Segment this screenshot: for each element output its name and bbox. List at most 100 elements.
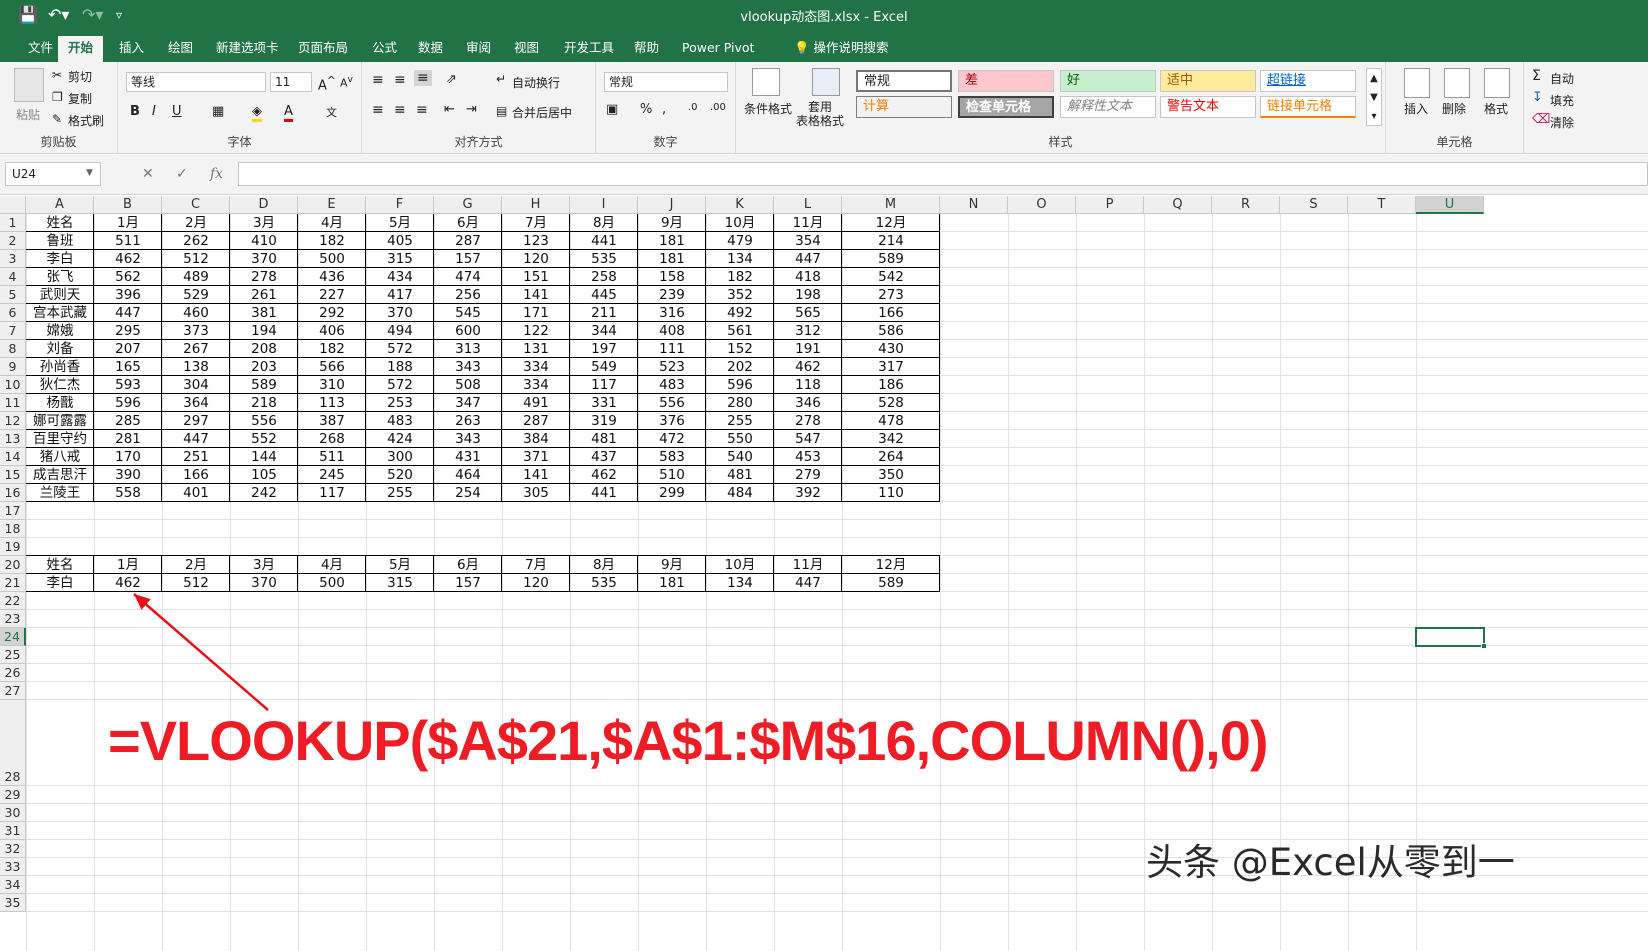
table-header-cell[interactable]: 1月 — [94, 556, 162, 574]
cell-style-1[interactable]: 差 — [958, 70, 1054, 92]
table-cell[interactable]: 261 — [230, 286, 298, 304]
table-cell[interactable]: 392 — [774, 484, 842, 502]
table-cell[interactable]: 117 — [298, 484, 366, 502]
table-cell[interactable]: 561 — [706, 322, 774, 340]
tab-13[interactable]: 💡 操作说明搜索 — [784, 36, 899, 62]
table-cell[interactable]: 134 — [706, 250, 774, 268]
percent-icon[interactable]: % — [640, 102, 652, 117]
table-cell[interactable]: 170 — [94, 448, 162, 466]
table-cell[interactable]: 545 — [434, 304, 502, 322]
font-name-select[interactable]: 等线 — [126, 72, 266, 92]
table-cell[interactable]: 117 — [570, 376, 638, 394]
table-cell[interactable]: 542 — [842, 268, 940, 286]
column-header-P[interactable]: P — [1076, 196, 1144, 214]
table-header-cell[interactable]: 8月 — [570, 556, 638, 574]
table-cell[interactable]: 593 — [94, 376, 162, 394]
row-header-4[interactable]: 4 — [0, 268, 26, 286]
table-cell[interactable]: 334 — [502, 358, 570, 376]
row-header-33[interactable]: 33 — [0, 858, 26, 876]
table-header-cell[interactable]: 姓名 — [26, 556, 94, 574]
table-cell[interactable]: 552 — [230, 430, 298, 448]
column-header-F[interactable]: F — [366, 196, 434, 214]
table-cell[interactable]: 239 — [638, 286, 706, 304]
merge-center-button[interactable]: 合并后居中 — [512, 104, 572, 121]
table-cell[interactable]: 242 — [230, 484, 298, 502]
row-header-11[interactable]: 11 — [0, 394, 26, 412]
column-header-R[interactable]: R — [1212, 196, 1280, 214]
table-cell[interactable]: 596 — [706, 376, 774, 394]
row-header-25[interactable]: 25 — [0, 646, 26, 664]
table-cell[interactable]: 511 — [298, 448, 366, 466]
row-header-26[interactable]: 26 — [0, 664, 26, 682]
table-cell[interactable]: 194 — [230, 322, 298, 340]
cell-style-3[interactable]: 适中 — [1160, 70, 1256, 92]
table-cell[interactable]: 558 — [94, 484, 162, 502]
table-cell[interactable]: 441 — [570, 484, 638, 502]
table-cell[interactable]: 447 — [94, 304, 162, 322]
row-header-3[interactable]: 3 — [0, 250, 26, 268]
row-header-28[interactable]: 28 — [0, 700, 26, 786]
fill-handle[interactable] — [1481, 643, 1487, 649]
table-cell[interactable]: 120 — [502, 250, 570, 268]
table-header-cell[interactable]: 7月 — [502, 214, 570, 232]
table-cell[interactable]: 535 — [570, 574, 638, 592]
decrease-indent-icon[interactable]: ⇤ — [444, 102, 455, 117]
table-header-cell[interactable]: 姓名 — [26, 214, 94, 232]
clear-button[interactable]: 清除 — [1550, 114, 1574, 131]
table-cell[interactable]: 299 — [638, 484, 706, 502]
table-cell[interactable]: 305 — [502, 484, 570, 502]
table-cell[interactable]: 572 — [366, 340, 434, 358]
table-cell[interactable]: 255 — [366, 484, 434, 502]
table-cell[interactable]: 254 — [434, 484, 502, 502]
table-cell[interactable]: 255 — [706, 412, 774, 430]
format-painter-button[interactable]: 格式刷 — [68, 112, 104, 129]
cell-style-6[interactable]: 检查单元格 — [958, 96, 1054, 118]
cell-style-7[interactable]: 解释性文本 — [1060, 96, 1156, 118]
row-header-9[interactable]: 9 — [0, 358, 26, 376]
table-cell[interactable]: 292 — [298, 304, 366, 322]
table-cell[interactable]: 431 — [434, 448, 502, 466]
row-header-19[interactable]: 19 — [0, 538, 26, 556]
table-cell[interactable]: 445 — [570, 286, 638, 304]
table-cell[interactable]: 166 — [162, 466, 230, 484]
table-cell[interactable]: 381 — [230, 304, 298, 322]
formula-input[interactable] — [238, 162, 1648, 186]
row-header-31[interactable]: 31 — [0, 822, 26, 840]
table-cell[interactable]: 523 — [638, 358, 706, 376]
table-cell[interactable]: 武则天 — [26, 286, 94, 304]
table-header-cell[interactable]: 4月 — [298, 556, 366, 574]
tab-10[interactable]: 开发工具 — [554, 36, 624, 62]
table-cell[interactable]: 315 — [366, 250, 434, 268]
table-cell[interactable]: 278 — [230, 268, 298, 286]
table-cell[interactable]: 105 — [230, 466, 298, 484]
table-cell[interactable]: 317 — [842, 358, 940, 376]
table-cell[interactable]: 百里守约 — [26, 430, 94, 448]
table-cell[interactable]: 347 — [434, 394, 502, 412]
table-cell[interactable]: 589 — [230, 376, 298, 394]
row-header-10[interactable]: 10 — [0, 376, 26, 394]
table-header-cell[interactable]: 8月 — [570, 214, 638, 232]
row-header-14[interactable]: 14 — [0, 448, 26, 466]
table-cell[interactable]: 312 — [774, 322, 842, 340]
row-header-24[interactable]: 24 — [0, 628, 26, 646]
table-cell[interactable]: 214 — [842, 232, 940, 250]
table-cell[interactable]: 430 — [842, 340, 940, 358]
table-cell[interactable]: 191 — [774, 340, 842, 358]
align-middle-icon[interactable]: ≡ — [394, 72, 406, 88]
table-cell[interactable]: 141 — [502, 286, 570, 304]
table-cell[interactable]: 371 — [502, 448, 570, 466]
table-cell[interactable]: 141 — [502, 466, 570, 484]
table-cell[interactable]: 131 — [502, 340, 570, 358]
table-cell[interactable]: 370 — [366, 304, 434, 322]
format-cells-icon[interactable] — [1484, 68, 1510, 98]
table-cell[interactable]: 364 — [162, 394, 230, 412]
table-header-cell[interactable]: 6月 — [434, 556, 502, 574]
row-header-13[interactable]: 13 — [0, 430, 26, 448]
table-cell[interactable]: 186 — [842, 376, 940, 394]
delete-cells-icon[interactable] — [1444, 68, 1470, 98]
table-cell[interactable]: 165 — [94, 358, 162, 376]
table-cell[interactable]: 481 — [706, 466, 774, 484]
tab-9[interactable]: 视图 — [504, 36, 549, 62]
table-cell[interactable]: 390 — [94, 466, 162, 484]
format-cells-button[interactable]: 格式 — [1484, 100, 1508, 117]
